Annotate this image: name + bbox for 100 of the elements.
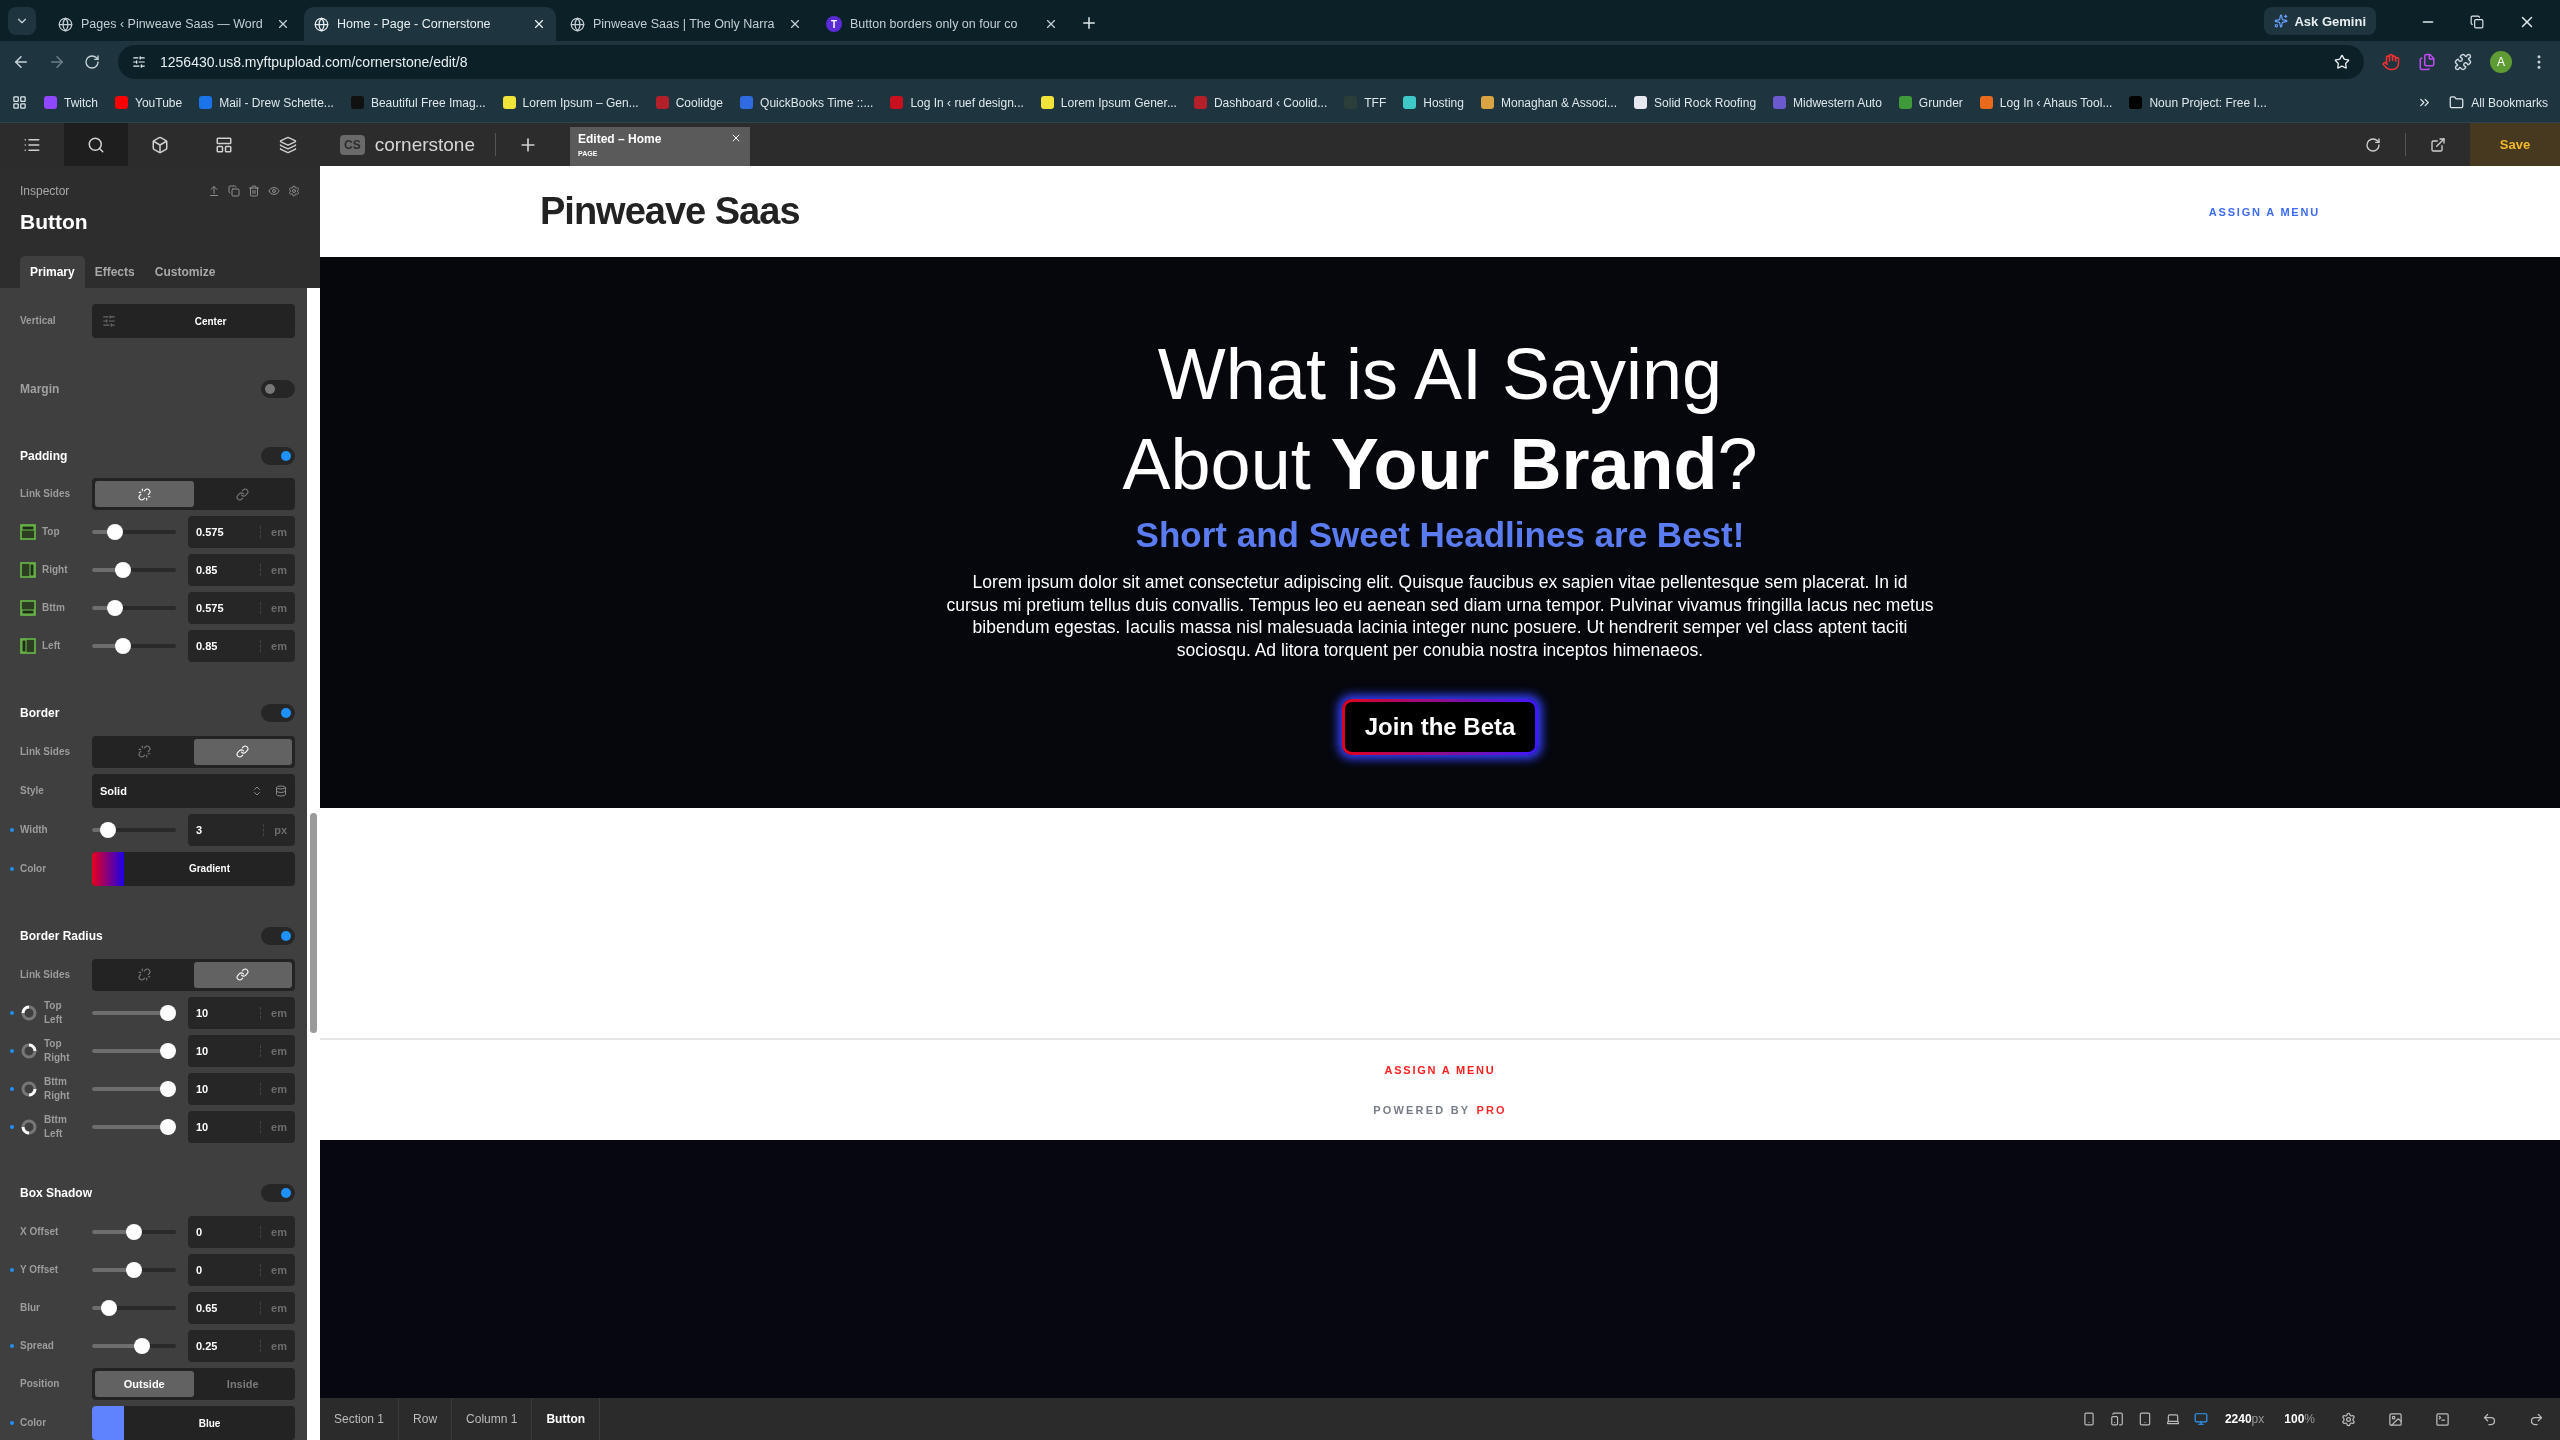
select-field[interactable]: Center: [92, 304, 295, 338]
slider-track[interactable]: [92, 1338, 176, 1354]
number-field[interactable]: 0.575 em: [188, 516, 295, 549]
slider-track[interactable]: [92, 1224, 176, 1240]
scrollbar[interactable]: [307, 288, 320, 1440]
select-field[interactable]: Solid: [92, 773, 295, 808]
panel-tab[interactable]: Customize: [144, 256, 226, 288]
browser-tab[interactable]: Pages ‹ Pinweave Saas — Word: [48, 7, 300, 41]
slider-track[interactable]: [92, 600, 176, 617]
slider-track[interactable]: [92, 1080, 176, 1097]
segment-button[interactable]: Inside: [193, 1371, 292, 1397]
toggle-switch[interactable]: [261, 704, 295, 722]
menu-link[interactable]: ASSIGN A MENU: [2208, 205, 2320, 218]
pro-link[interactable]: PRO: [1476, 1104, 1507, 1116]
slider-track[interactable]: [92, 1042, 176, 1059]
apps-icon[interactable]: [12, 95, 27, 110]
toggle-switch[interactable]: [261, 927, 295, 946]
slider-thumb[interactable]: [126, 1224, 142, 1240]
toggle-switch[interactable]: [261, 379, 295, 398]
restore-icon[interactable]: [2470, 15, 2484, 29]
slider-track[interactable]: [92, 638, 176, 655]
search-button[interactable]: [64, 123, 128, 166]
delete-icon[interactable]: [248, 185, 260, 197]
number-field[interactable]: 0.25 em: [188, 1330, 295, 1362]
slider-thumb[interactable]: [100, 821, 117, 838]
slider-thumb[interactable]: [106, 524, 123, 541]
number-field[interactable]: 3 px: [188, 813, 295, 846]
settings-icon[interactable]: [288, 185, 300, 197]
database-icon[interactable]: [275, 784, 287, 797]
bookmark[interactable]: Mail - Drew Schette...: [199, 95, 334, 110]
slider-track[interactable]: [92, 1118, 176, 1135]
slider-track[interactable]: [92, 1004, 176, 1021]
bookmark[interactable]: Grunder: [1898, 95, 1963, 110]
slider-track[interactable]: [92, 821, 176, 838]
browser-tab[interactable]: Home - Page - Cornerstone: [304, 7, 556, 41]
bookmark[interactable]: Coolidge: [655, 95, 724, 110]
close-icon[interactable]: [532, 17, 546, 31]
bookmark[interactable]: QuickBooks Time ::...: [740, 95, 874, 110]
slider-track[interactable]: [92, 1300, 176, 1316]
number-field[interactable]: 0 em: [188, 1216, 295, 1248]
address-bar[interactable]: 1256430.us8.myftpupload.com/cornerstone/edit/8: [118, 45, 2364, 79]
breadcrumb[interactable]: Button: [532, 1398, 601, 1440]
close-icon[interactable]: [788, 17, 802, 31]
bookmark[interactable]: Solid Rock Roofing: [1634, 95, 1757, 110]
move-up-icon[interactable]: [208, 185, 220, 197]
slider-thumb[interactable]: [134, 1338, 151, 1354]
reload-icon[interactable]: [84, 54, 100, 70]
slider-thumb[interactable]: [100, 1300, 117, 1316]
slider-thumb[interactable]: [160, 1004, 176, 1021]
forward-icon[interactable]: [48, 53, 66, 71]
color-picker[interactable]: Gradient: [92, 851, 295, 886]
segment-button[interactable]: Outside: [95, 1371, 194, 1397]
number-field[interactable]: 0.65 em: [188, 1292, 295, 1324]
slider-thumb[interactable]: [115, 638, 132, 655]
slider-track[interactable]: [92, 1262, 176, 1278]
footer-menu-link[interactable]: ASSIGN A MENU: [1384, 1064, 1496, 1076]
bookmark[interactable]: Noun Project: Free I...: [2129, 95, 2267, 110]
bookmark[interactable]: Dashboard ‹ Coolid...: [1193, 95, 1328, 110]
bookmark[interactable]: Log In ‹ ruef design...: [890, 95, 1024, 110]
number-field[interactable]: 10 em: [188, 996, 295, 1029]
slider-thumb[interactable]: [160, 1080, 176, 1097]
ask-gemini-button[interactable]: Ask Gemini: [2264, 7, 2376, 35]
number-field[interactable]: 0.85 em: [188, 554, 295, 587]
bookmark[interactable]: Hosting: [1403, 95, 1464, 110]
bookmark[interactable]: Midwestern Auto: [1773, 95, 1882, 110]
breadcrumb[interactable]: Section 1: [320, 1398, 400, 1440]
slider-thumb[interactable]: [160, 1042, 176, 1059]
link-button[interactable]: [193, 961, 292, 988]
close-icon[interactable]: [730, 132, 742, 144]
breadcrumb[interactable]: Row: [399, 1398, 453, 1440]
slider-thumb[interactable]: [115, 562, 132, 579]
bookmark[interactable]: YouTube: [115, 95, 183, 110]
slider-track[interactable]: [92, 562, 176, 579]
unlink-button[interactable]: [95, 481, 194, 508]
link-button[interactable]: [193, 738, 292, 765]
browser-tab[interactable]: Pinweave Saas | The Only Narra: [560, 7, 812, 41]
close-icon[interactable]: [276, 17, 290, 31]
duplicate-icon[interactable]: [228, 185, 240, 197]
breadcrumb[interactable]: Column 1: [452, 1398, 533, 1440]
extension-icon[interactable]: [2418, 53, 2436, 71]
color-picker[interactable]: Blue: [92, 1406, 295, 1440]
panel-tab[interactable]: Effects: [84, 256, 145, 288]
panel-tab[interactable]: Primary: [20, 256, 85, 288]
close-icon[interactable]: [1044, 17, 1058, 31]
toggle-switch[interactable]: [261, 1184, 295, 1203]
slider-track[interactable]: [92, 524, 176, 541]
slider-thumb[interactable]: [106, 600, 123, 617]
number-field[interactable]: 10 em: [188, 1072, 295, 1105]
extensions-icon[interactable]: [2454, 53, 2472, 71]
bookmark[interactable]: TFF: [1344, 95, 1387, 110]
save-button[interactable]: Save: [2470, 123, 2560, 166]
bookmark[interactable]: Beautiful Free Imag...: [350, 95, 486, 110]
bookmark[interactable]: Lorem Ipsum Gener...: [1040, 95, 1177, 110]
slider-thumb[interactable]: [160, 1118, 176, 1135]
extension-icon[interactable]: [2382, 53, 2400, 71]
new-tab-icon[interactable]: [1080, 14, 1098, 32]
bookmark[interactable]: Lorem Ipsum – Gen...: [502, 95, 639, 110]
number-field[interactable]: 0.575 em: [188, 592, 295, 625]
bookmark[interactable]: Twitch: [44, 95, 98, 110]
slider-thumb[interactable]: [126, 1262, 142, 1278]
